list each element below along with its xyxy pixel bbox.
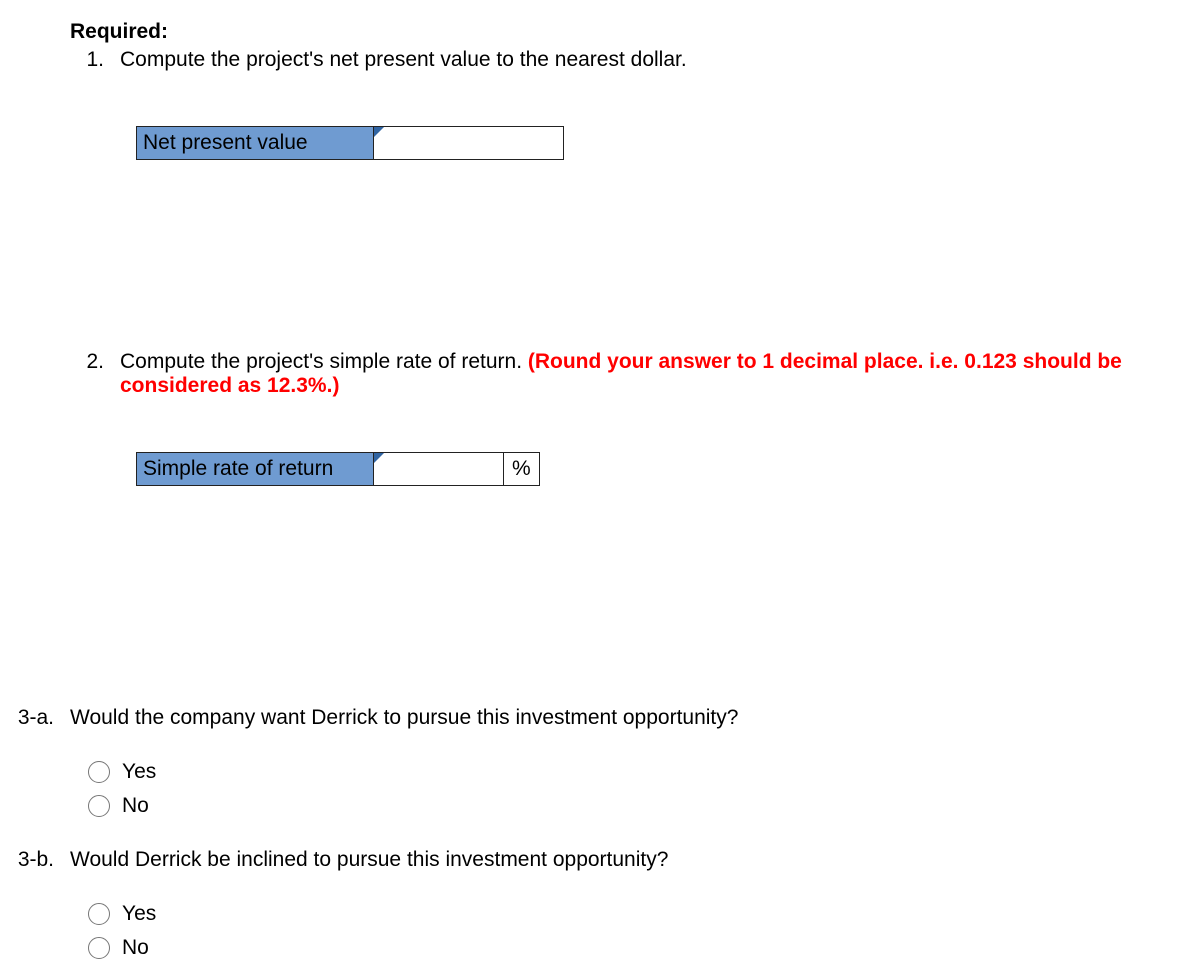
srr-input[interactable] bbox=[378, 453, 503, 487]
question-3b: 3-b. Would Derrick be inclined to pursue… bbox=[14, 848, 1130, 968]
radio-3a-yes[interactable] bbox=[88, 761, 110, 783]
radio-3a-no[interactable] bbox=[88, 795, 110, 817]
option-3a-yes[interactable]: Yes bbox=[88, 758, 1130, 786]
npv-input-cell bbox=[374, 126, 564, 160]
option-3a-no-label: No bbox=[122, 792, 149, 820]
spacer bbox=[70, 486, 1130, 706]
required-heading: Required: bbox=[70, 20, 1130, 44]
npv-label: Net present value bbox=[136, 126, 374, 160]
cell-indicator-icon bbox=[374, 453, 384, 463]
srr-label: Simple rate of return bbox=[136, 452, 374, 486]
question-3a-number: 3-a. bbox=[14, 706, 70, 730]
question-2-text: Compute the project's simple rate of ret… bbox=[120, 350, 1130, 398]
option-3a-yes-label: Yes bbox=[122, 758, 156, 786]
cell-indicator-icon bbox=[374, 127, 384, 137]
spacer bbox=[70, 160, 1130, 350]
question-3b-text: Would Derrick be inclined to pursue this… bbox=[70, 848, 1130, 872]
question-3b-number: 3-b. bbox=[14, 848, 70, 872]
option-3b-no[interactable]: No bbox=[88, 934, 1130, 962]
option-3b-no-label: No bbox=[122, 934, 149, 962]
question-2-text-plain: Compute the project's simple rate of ret… bbox=[120, 350, 528, 373]
radio-3b-yes[interactable] bbox=[88, 903, 110, 925]
question-page: Required: 1. Compute the project's net p… bbox=[0, 0, 1200, 974]
npv-field-row: Net present value bbox=[136, 126, 1130, 160]
percent-unit: % bbox=[504, 452, 540, 486]
question-1-text: Compute the project's net present value … bbox=[120, 48, 1130, 72]
question-3a-text: Would the company want Derrick to pursue… bbox=[70, 706, 1130, 730]
question-1: 1. Compute the project's net present val… bbox=[70, 48, 1130, 160]
question-3b-options: Yes No bbox=[88, 900, 1130, 962]
question-2-number: 2. bbox=[70, 350, 120, 374]
npv-input[interactable] bbox=[378, 127, 563, 161]
question-1-number: 1. bbox=[70, 48, 120, 72]
question-2: 2. Compute the project's simple rate of … bbox=[70, 350, 1130, 486]
srr-input-cell bbox=[374, 452, 504, 486]
question-3a: 3-a. Would the company want Derrick to p… bbox=[14, 706, 1130, 826]
radio-3b-no[interactable] bbox=[88, 937, 110, 959]
srr-field-row: Simple rate of return % bbox=[136, 452, 1130, 486]
option-3b-yes[interactable]: Yes bbox=[88, 900, 1130, 928]
option-3a-no[interactable]: No bbox=[88, 792, 1130, 820]
question-3a-options: Yes No bbox=[88, 758, 1130, 820]
option-3b-yes-label: Yes bbox=[122, 900, 156, 928]
